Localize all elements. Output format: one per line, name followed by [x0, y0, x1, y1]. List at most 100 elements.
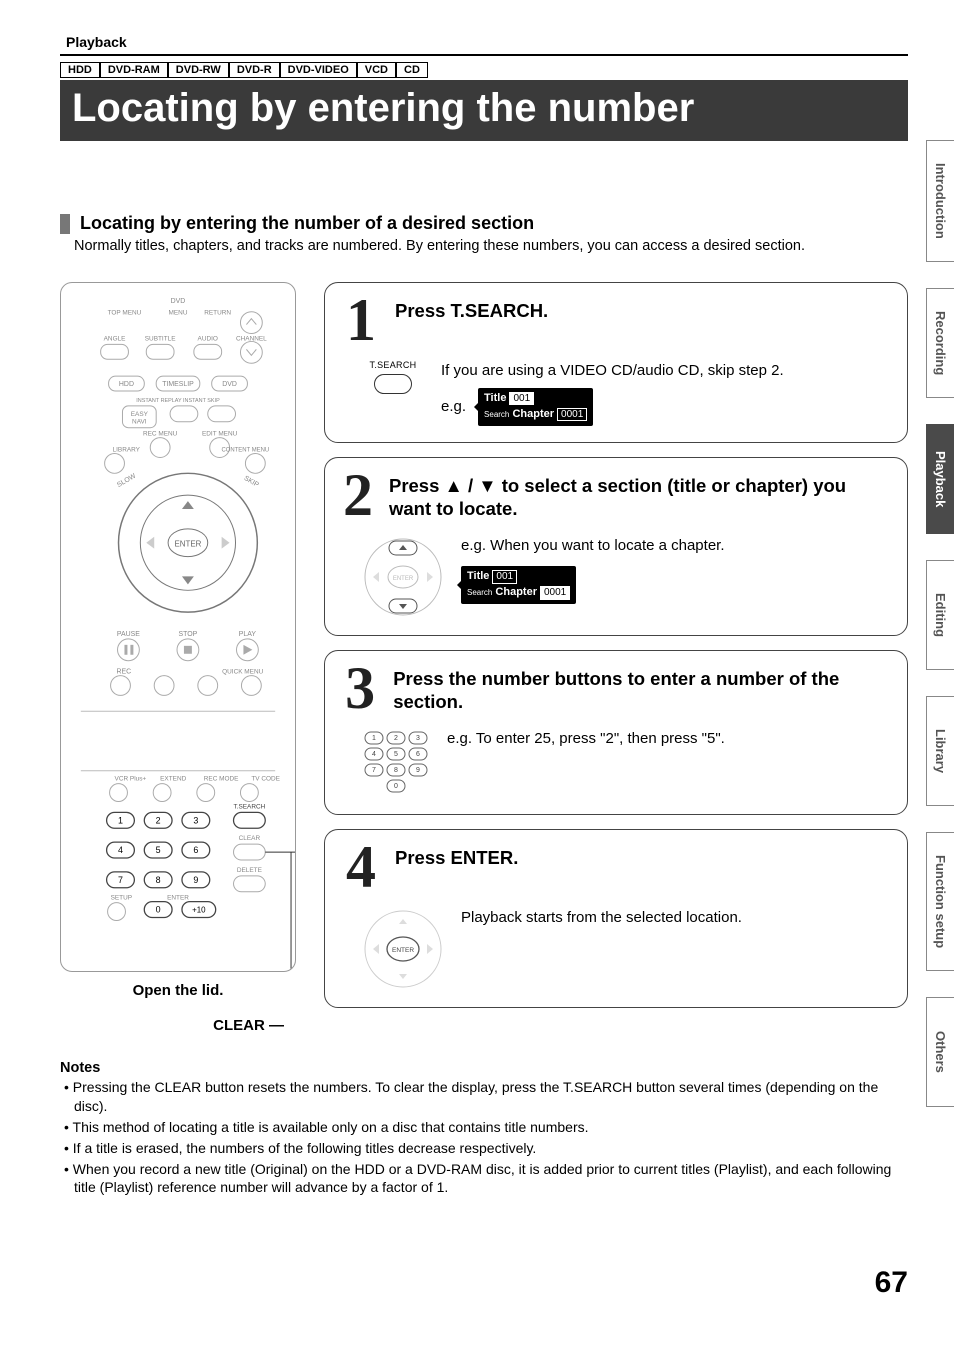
svg-text:ENTER: ENTER: [167, 895, 189, 902]
svg-text:TV CODE: TV CODE: [251, 776, 280, 783]
section-heading: Locating by entering the number of a des…: [60, 213, 908, 234]
svg-text:7: 7: [118, 875, 123, 885]
svg-text:1: 1: [372, 735, 376, 742]
svg-text:2: 2: [156, 815, 161, 825]
disc-tag: CD: [396, 62, 428, 78]
remote-illustration: DVD TOP MENU MENU RETURN ANGLE SUBTITLE …: [60, 282, 296, 972]
clear-callout-label: CLEAR —: [60, 1017, 296, 1034]
svg-text:HDD: HDD: [119, 381, 134, 388]
section-heading-text: Locating by entering the number of a des…: [80, 213, 534, 234]
disc-tag: DVD-VIDEO: [280, 62, 357, 78]
svg-text:3: 3: [193, 815, 198, 825]
step-1: 1 Press T.SEARCH. T.SEARCH If you are us…: [324, 282, 908, 443]
note-item: This method of locating a title is avail…: [64, 1118, 908, 1137]
disc-tag: DVD-RAM: [100, 62, 168, 78]
dpad-enter-icon: ENTER: [361, 907, 445, 991]
svg-text:PAUSE: PAUSE: [117, 631, 140, 638]
disc-tag: VCD: [357, 62, 396, 78]
step-2: 2 Press ▲ / ▼ to select a section (title…: [324, 457, 908, 636]
remote-label: MENU: [169, 310, 188, 317]
svg-text:DVD: DVD: [222, 381, 237, 388]
svg-text:STOP: STOP: [179, 631, 198, 638]
step-4: 4 Press ENTER. ENTER Playback starts fro…: [324, 829, 908, 1008]
disc-tag: HDD: [60, 62, 100, 78]
svg-text:SETUP: SETUP: [111, 895, 132, 902]
svg-text:QUICK MENU: QUICK MENU: [222, 669, 263, 676]
svg-text:T.SEARCH: T.SEARCH: [233, 803, 265, 810]
notes-list: Pressing the CLEAR button resets the num…: [64, 1078, 908, 1197]
svg-text:0: 0: [394, 783, 398, 790]
svg-text:NAVI: NAVI: [132, 419, 147, 426]
tab-library[interactable]: Library: [926, 696, 954, 806]
svg-text:6: 6: [193, 845, 198, 855]
svg-text:ANGLE: ANGLE: [104, 335, 127, 342]
notes-heading: Notes: [60, 1060, 908, 1076]
svg-text:4: 4: [372, 751, 376, 758]
svg-text:REC MODE: REC MODE: [204, 776, 239, 783]
breadcrumb: Playback: [60, 28, 908, 56]
remote-column: DVD TOP MENU MENU RETURN ANGLE SUBTITLE …: [60, 282, 296, 1034]
step-number: 2: [341, 470, 375, 521]
tab-playback[interactable]: Playback: [926, 424, 954, 534]
svg-text:SUBTITLE: SUBTITLE: [145, 335, 176, 342]
svg-text:ENTER: ENTER: [393, 576, 414, 582]
svg-text:TIMESLIP: TIMESLIP: [162, 381, 194, 388]
tab-introduction[interactable]: Introduction: [926, 140, 954, 262]
svg-text:CONTENT MENU: CONTENT MENU: [221, 448, 269, 454]
svg-text:LIBRARY: LIBRARY: [113, 447, 141, 454]
disc-tag: DVD-R: [229, 62, 280, 78]
svg-text:9: 9: [416, 767, 420, 774]
svg-text:CLEAR: CLEAR: [239, 835, 261, 842]
numpad-icon: 123 456 789 0: [361, 728, 431, 798]
tab-function-setup[interactable]: Function setup: [926, 832, 954, 971]
svg-text:8: 8: [394, 767, 398, 774]
step-title: Press ▲ / ▼ to select a section (title o…: [389, 470, 891, 520]
svg-text:4: 4: [118, 845, 123, 855]
tab-editing[interactable]: Editing: [926, 560, 954, 670]
step-note: Playback starts from the selected locati…: [461, 907, 742, 929]
open-lid-label: Open the lid.: [60, 982, 296, 999]
tsearch-button-icon: T.SEARCH: [361, 360, 425, 414]
svg-text:VCR Plus+: VCR Plus+: [115, 776, 147, 783]
step-title: Press ENTER.: [395, 842, 518, 869]
svg-text:5: 5: [394, 751, 398, 758]
step-number: 4: [341, 842, 381, 893]
step-number: 3: [341, 663, 379, 714]
svg-text:EASY: EASY: [131, 411, 149, 418]
disc-tag: DVD-RW: [168, 62, 229, 78]
dpad-icon: ENTER: [361, 535, 445, 619]
svg-text:+10: +10: [192, 906, 206, 915]
svg-text:REC MENU: REC MENU: [143, 431, 178, 438]
remote-numpad: T.SEARCH CLEAR DELETE 1 2 3: [107, 803, 266, 920]
steps-column: 1 Press T.SEARCH. T.SEARCH If you are us…: [324, 282, 908, 1034]
note-item: When you record a new title (Original) o…: [64, 1160, 908, 1198]
svg-text:ENTER: ENTER: [174, 540, 201, 549]
svg-text:0: 0: [156, 905, 161, 915]
side-tabs: Introduction Recording Playback Editing …: [926, 140, 954, 1107]
section-description: Normally titles, chapters, and tracks ar…: [74, 238, 908, 254]
page-title: Locating by entering the number: [60, 80, 908, 141]
svg-text:SLOW: SLOW: [116, 472, 138, 489]
svg-text:3: 3: [416, 735, 420, 742]
svg-text:1: 1: [118, 815, 123, 825]
svg-text:REC: REC: [117, 669, 132, 676]
tab-others[interactable]: Others: [926, 997, 954, 1107]
step-note: e.g. To enter 25, press "2", then press …: [447, 728, 725, 750]
svg-text:DELETE: DELETE: [237, 867, 263, 874]
svg-text:INSTANT REPLAY INSTANT SKIP: INSTANT REPLAY INSTANT SKIP: [136, 398, 220, 404]
svg-text:ENTER: ENTER: [392, 947, 414, 954]
step-note: If you are using a VIDEO CD/audio CD, sk…: [441, 360, 784, 382]
svg-text:EXTEND: EXTEND: [160, 776, 186, 783]
note-item: Pressing the CLEAR button resets the num…: [64, 1078, 908, 1116]
svg-text:SKIP: SKIP: [243, 475, 261, 489]
remote-label: DVD: [171, 298, 186, 305]
step-3: 3 Press the number buttons to enter a nu…: [324, 650, 908, 815]
svg-text:PLAY: PLAY: [239, 631, 257, 638]
step-title: Press T.SEARCH.: [395, 295, 548, 322]
page-number: 67: [875, 1266, 908, 1300]
eg-label: e.g.: [441, 396, 466, 418]
svg-text:EDIT MENU: EDIT MENU: [202, 431, 238, 438]
tab-recording[interactable]: Recording: [926, 288, 954, 398]
disc-type-row: HDD DVD-RAM DVD-RW DVD-R DVD-VIDEO VCD C…: [60, 62, 908, 78]
osd-display: Title001 Search Chapter0001: [478, 388, 593, 426]
